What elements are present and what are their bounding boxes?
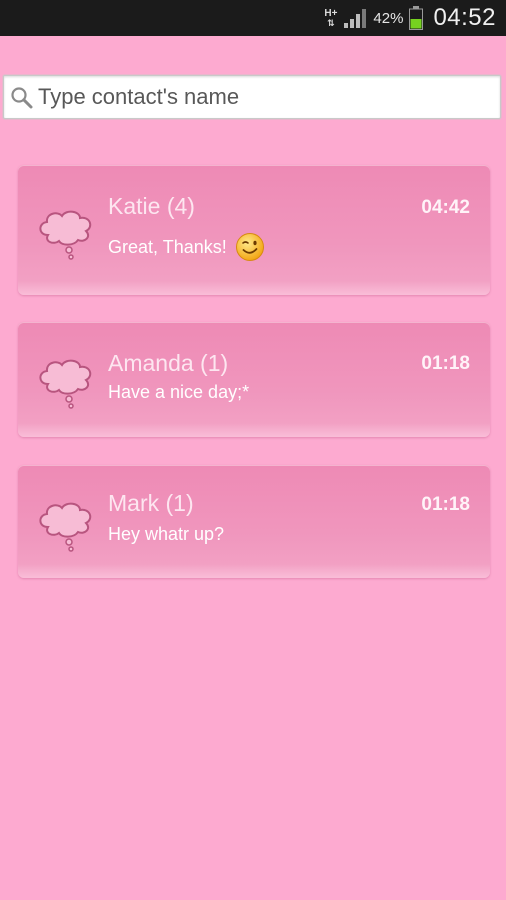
- status-indicators: H+ ⇅ 42% 04:52: [324, 0, 496, 36]
- contact-search-box[interactable]: [3, 75, 501, 119]
- contact-search-input[interactable]: [38, 76, 494, 118]
- data-arrows-icon: ⇅: [327, 17, 335, 28]
- message-snippet: Great, Thanks!: [108, 232, 265, 262]
- status-clock: 04:52: [433, 4, 496, 31]
- contact-name: Amanda (1): [108, 350, 229, 376]
- message-snippet-text: Great, Thanks!: [108, 236, 227, 257]
- thought-bubble-avatar-icon: [39, 359, 92, 409]
- message-time: 01:18: [421, 494, 470, 515]
- thought-bubble-avatar-icon: [39, 502, 92, 552]
- wink-emoji-icon: [235, 233, 264, 261]
- message-snippet: Have a nice day;*: [108, 382, 249, 403]
- search-icon: [11, 87, 33, 109]
- signal-icon: [344, 9, 367, 28]
- network-type-icon: H+ ⇅: [324, 7, 338, 28]
- message-snippet-text: Have a nice day;*: [108, 382, 250, 402]
- conversation-item[interactable]: Katie (4) 04:42 Great, Thanks!: [18, 165, 490, 295]
- contact-name: Katie (4): [108, 193, 195, 219]
- message-time: 04:42: [421, 197, 470, 218]
- message-time: 01:18: [421, 353, 470, 374]
- battery-icon: [409, 6, 424, 30]
- network-type-label: H+: [324, 7, 338, 19]
- status-bar: H+ ⇅ 42% 04:52: [0, 0, 506, 36]
- message-snippet-text: Hey whatr up?: [108, 524, 225, 544]
- contact-name: Mark (1): [108, 490, 194, 516]
- conversation-item[interactable]: Amanda (1) 01:18 Have a nice day;*: [18, 322, 490, 437]
- conversation-item[interactable]: Mark (1) 01:18 Hey whatr up?: [18, 465, 490, 578]
- battery-percent: 42%: [373, 9, 404, 27]
- thought-bubble-avatar-icon: [39, 210, 92, 260]
- message-snippet: Hey whatr up?: [108, 524, 224, 545]
